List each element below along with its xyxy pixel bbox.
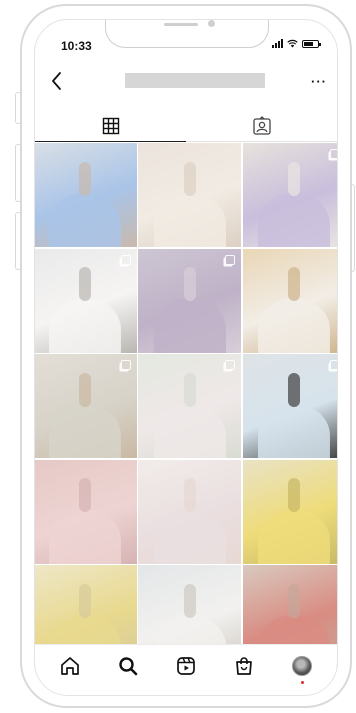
status-icons	[272, 39, 321, 48]
carousel-icon	[225, 254, 235, 265]
post-image-figure	[183, 583, 196, 618]
profile-header: ···	[35, 68, 337, 98]
post-image-figure	[288, 372, 300, 407]
search-icon	[119, 657, 138, 676]
post-thumbnail[interactable]	[138, 248, 241, 353]
home-icon	[61, 657, 79, 675]
post-thumbnail[interactable]	[242, 354, 337, 458]
nav-home[interactable]	[55, 651, 85, 681]
post-image-dress	[257, 509, 331, 564]
nav-reels[interactable]	[171, 651, 201, 681]
post-image-dress	[48, 192, 122, 247]
tab-tagged[interactable]	[186, 110, 337, 142]
profile-tabs	[35, 110, 337, 142]
carousel-icon	[120, 254, 131, 265]
carousel-icon	[225, 360, 235, 370]
status-time: 10:33	[61, 39, 92, 53]
post-image-dress	[153, 298, 226, 353]
post-image-figure	[288, 583, 300, 618]
post-image-figure	[79, 372, 91, 407]
post-image-dress	[48, 403, 122, 458]
post-image-dress	[257, 192, 331, 247]
post-thumbnail[interactable]	[35, 143, 137, 247]
post-image-dress	[153, 509, 226, 564]
carousel-icon	[329, 360, 337, 370]
post-image-figure	[79, 161, 91, 196]
post-thumbnail[interactable]	[242, 143, 337, 247]
carousel-icon	[120, 360, 131, 370]
post-image-figure	[183, 478, 196, 513]
post-image-dress	[153, 192, 226, 247]
post-image-figure	[79, 478, 91, 513]
front-camera	[208, 20, 215, 27]
tab-posts-grid[interactable]	[35, 110, 186, 142]
grid-icon	[102, 117, 119, 135]
post-image-dress	[257, 298, 331, 353]
reels-icon	[177, 657, 195, 675]
wifi-icon	[287, 39, 298, 48]
tagged-person-icon	[252, 116, 271, 135]
post-thumbnail[interactable]	[242, 459, 337, 564]
post-thumbnail[interactable]	[35, 459, 137, 564]
notification-dot	[300, 681, 304, 684]
bottom-nav	[35, 644, 337, 695]
shop-bag-icon	[236, 657, 252, 675]
nav-profile[interactable]	[287, 651, 317, 684]
post-image-dress	[48, 298, 122, 353]
cellular-signal-icon	[272, 39, 283, 48]
post-image-figure	[288, 478, 300, 513]
profile-avatar	[292, 656, 312, 676]
post-image-figure	[183, 267, 196, 302]
redacted-username	[125, 73, 265, 88]
nav-shop[interactable]	[229, 651, 259, 681]
post-thumbnail[interactable]	[35, 354, 137, 458]
post-image-figure	[79, 583, 91, 618]
back-chevron-icon[interactable]	[49, 70, 65, 92]
phone-screen: 10:33 ···	[34, 19, 338, 696]
post-image-figure	[288, 267, 300, 302]
post-image-dress	[257, 403, 331, 458]
post-image-figure	[183, 372, 196, 407]
post-image-figure	[288, 161, 300, 196]
notch	[105, 20, 269, 48]
post-thumbnail[interactable]	[242, 248, 337, 353]
post-image-dress	[48, 509, 122, 564]
carousel-icon	[329, 149, 337, 159]
post-image-figure	[183, 161, 196, 196]
post-image-figure	[79, 267, 91, 302]
post-image-dress	[153, 403, 226, 458]
post-grid	[35, 143, 337, 669]
more-options-icon[interactable]: ···	[311, 74, 327, 89]
post-thumbnail[interactable]	[138, 143, 241, 247]
battery-icon	[302, 39, 321, 48]
post-thumbnail[interactable]	[138, 354, 241, 458]
post-thumbnail[interactable]	[35, 248, 137, 353]
nav-search[interactable]	[113, 651, 143, 681]
post-thumbnail[interactable]	[138, 459, 241, 564]
speaker-grille	[164, 23, 198, 26]
